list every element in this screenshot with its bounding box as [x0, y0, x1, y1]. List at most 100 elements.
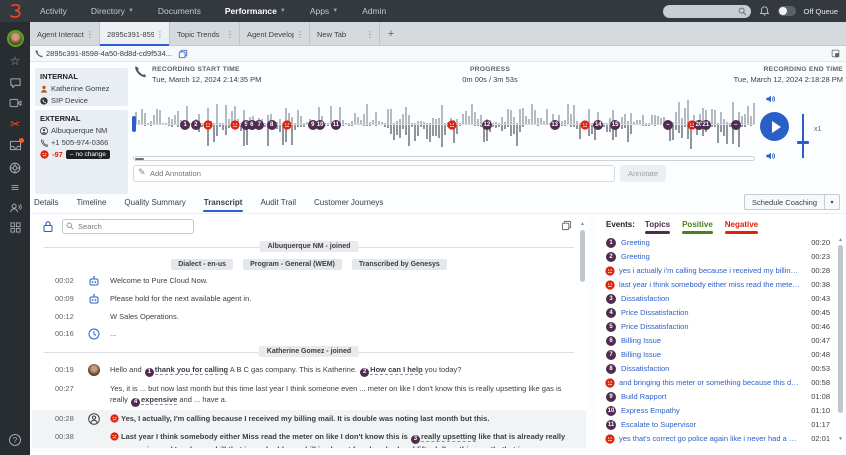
tab-audit-trail[interactable]: Audit Trail: [259, 194, 297, 211]
negative-sentiment-marker[interactable]: [282, 120, 292, 130]
topic-marker-13[interactable]: 13: [550, 120, 560, 130]
event-row[interactable]: 4Price Dissatisfaction00:45: [598, 306, 846, 320]
event-row[interactable]: yes i actually i'm calling because i rec…: [598, 264, 846, 278]
workspace-tab[interactable]: 2895c391-859...⋮: [100, 22, 170, 46]
topic-marker-11[interactable]: 11: [331, 120, 341, 130]
popout-window-icon[interactable]: [831, 49, 840, 58]
schedule-coaching-dropdown[interactable]: ▾: [824, 194, 840, 210]
play-button[interactable]: [760, 112, 789, 141]
topic-marker-–[interactable]: –: [663, 120, 673, 130]
events-filter-positive[interactable]: Positive: [682, 220, 713, 234]
event-row[interactable]: 9Build Rapport01:08: [598, 390, 846, 404]
event-row[interactable]: 2Greeting00:23: [598, 250, 846, 264]
apps-grid-icon[interactable]: [0, 222, 30, 233]
topic-marker-–[interactable]: –: [731, 120, 741, 130]
workspace-tab[interactable]: Topic Trends⋮: [170, 22, 240, 46]
event-row[interactable]: 11Escalate to Supervisor01:17: [598, 418, 846, 432]
speed-slider-handle[interactable]: [797, 141, 809, 144]
video-camera-icon[interactable]: [0, 98, 30, 108]
topic-marker-15[interactable]: 15: [610, 120, 620, 130]
tab-menu-kebab-icon[interactable]: ⋮: [364, 30, 376, 39]
event-row[interactable]: 8Dissatisfaction00:53: [598, 362, 846, 376]
recordings-scissors-icon[interactable]: ✂: [0, 118, 30, 130]
tab-menu-kebab-icon[interactable]: ⋮: [84, 30, 96, 39]
transcript-search-input[interactable]: [62, 219, 194, 234]
support-lifering-icon[interactable]: [0, 162, 30, 174]
workspace-tab[interactable]: Agent Interacti...⋮: [30, 22, 100, 46]
transcript-message[interactable]: 00:28 Yes, I actually, I'm calling becau…: [32, 410, 586, 428]
nav-item-performance[interactable]: Performance▼: [215, 0, 296, 22]
new-tab-button[interactable]: +: [380, 22, 402, 45]
schedule-coaching-button[interactable]: Schedule Coaching: [744, 194, 824, 210]
event-row[interactable]: 6Billing Issue00:47: [598, 334, 846, 348]
event-row[interactable]: 5Price Dissatisfaction00:46: [598, 320, 846, 334]
annotate-button[interactable]: Annotate: [620, 165, 666, 182]
nav-item-activity[interactable]: Activity: [30, 0, 77, 22]
nav-item-documents[interactable]: Documents: [148, 0, 211, 22]
event-row[interactable]: last year i think somebody either miss r…: [598, 278, 846, 292]
nav-item-apps[interactable]: Apps▼: [300, 0, 348, 22]
topic-marker-12[interactable]: 12: [482, 120, 492, 130]
queues-list-icon[interactable]: ≡: [0, 182, 30, 194]
transcript-message[interactable]: 00:12 W Sales Operations.: [32, 308, 586, 325]
event-row[interactable]: 1Greeting00:20: [598, 236, 846, 250]
tab-details[interactable]: Details: [33, 194, 59, 211]
topic-marker-7[interactable]: 7: [254, 120, 264, 130]
timeline-zoom-scrollbar[interactable]: [133, 156, 755, 161]
genesys-logo-icon[interactable]: [0, 0, 30, 22]
help-icon[interactable]: ?: [0, 434, 30, 446]
events-filter-negative[interactable]: Negative: [725, 220, 758, 234]
tab-quality-summary[interactable]: Quality Summary: [123, 194, 186, 211]
events-scroll-down-arrow[interactable]: ▼: [837, 437, 844, 442]
scroll-up-arrow[interactable]: ▲: [579, 222, 586, 227]
event-row[interactable]: 10Express Empathy01:10: [598, 404, 846, 418]
waveform-timeline[interactable]: 1256789101112131415–2021–: [133, 92, 755, 156]
negative-sentiment-marker[interactable]: [580, 120, 590, 130]
tab-menu-kebab-icon[interactable]: ⋮: [154, 30, 166, 39]
topic-marker-10[interactable]: 10: [315, 120, 325, 130]
tab-menu-kebab-icon[interactable]: ⋮: [294, 30, 306, 39]
workspace-tab[interactable]: Agent Develop...⋮: [240, 22, 310, 46]
negative-sentiment-marker[interactable]: [203, 120, 213, 130]
negative-sentiment-marker[interactable]: [447, 120, 457, 130]
tab-menu-kebab-icon[interactable]: ⋮: [224, 30, 236, 39]
favorites-star-icon[interactable]: ☆: [0, 55, 30, 67]
events-scroll-thumb[interactable]: [838, 245, 843, 413]
copy-transcript-icon[interactable]: [561, 220, 572, 231]
agents-people-icon[interactable]: [0, 202, 30, 214]
tab-customer-journeys[interactable]: Customer Journeys: [313, 194, 384, 211]
topic-marker-14[interactable]: 14: [593, 120, 603, 130]
transcript-message[interactable]: 00:09 Please hold for the next available…: [32, 290, 586, 308]
annotation-input[interactable]: [133, 165, 615, 182]
nav-item-admin[interactable]: Admin: [352, 0, 396, 22]
transcript-message[interactable]: 00:38 Last year I think somebody either …: [32, 428, 586, 448]
chat-icon[interactable]: [0, 77, 30, 89]
tab-timeline[interactable]: Timeline: [75, 194, 107, 211]
copy-id-icon[interactable]: [178, 49, 188, 59]
tab-transcript[interactable]: Transcript: [203, 194, 244, 211]
global-search-input[interactable]: [663, 5, 751, 18]
queue-status-toggle[interactable]: [778, 6, 796, 16]
events-scroll-up-arrow[interactable]: ▲: [837, 238, 844, 243]
notifications-bell-icon[interactable]: [759, 5, 770, 17]
playback-speed-slider[interactable]: [802, 114, 804, 158]
transcript-message[interactable]: 00:02 Welcome to Pure Cloud Now.: [32, 272, 586, 290]
event-row[interactable]: and bringing this meter or something bec…: [598, 376, 846, 390]
event-row[interactable]: 3Dissatisfaction00:43: [598, 292, 846, 306]
inbox-icon[interactable]: [0, 140, 30, 151]
negative-sentiment-marker[interactable]: [230, 120, 240, 130]
topic-marker-2[interactable]: 2: [191, 120, 201, 130]
topic-marker-21[interactable]: 21: [701, 120, 711, 130]
channel1-volume-icon[interactable]: [765, 94, 776, 104]
event-row[interactable]: 7Billing Issue00:48: [598, 348, 846, 362]
user-avatar[interactable]: [0, 30, 30, 47]
nav-item-directory[interactable]: Directory▼: [81, 0, 144, 22]
topic-marker-1[interactable]: 1: [180, 120, 190, 130]
playhead-marker[interactable]: [132, 116, 136, 132]
event-row[interactable]: yes that's correct go police again like …: [598, 432, 846, 446]
transcript-message[interactable]: 00:16 ...: [32, 325, 586, 343]
transcript-scroll-thumb[interactable]: [580, 230, 585, 282]
events-filter-topics[interactable]: Topics: [645, 220, 670, 234]
transcript-message[interactable]: 00:19 Hello and 1thank you for calling A…: [32, 361, 586, 380]
workspace-tab[interactable]: New Tab⋮: [310, 22, 380, 46]
